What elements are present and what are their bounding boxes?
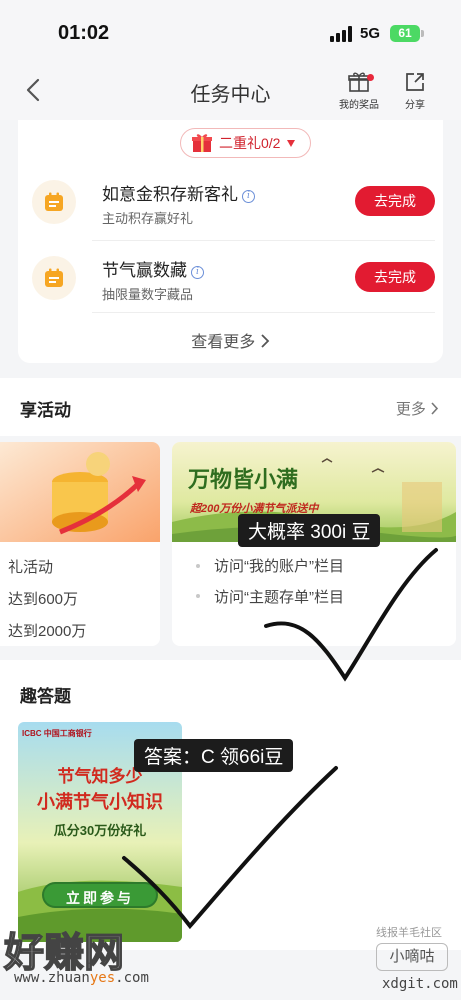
watermark-small-text: 线报羊毛社区 (376, 927, 442, 939)
watermark-url: xdgit.com (382, 976, 458, 992)
watermark-url: www.zhuanyes.com (14, 970, 149, 986)
watermark-box: 小嘀咕 (376, 943, 448, 971)
annotation-label: 大概率 300i 豆 (238, 514, 381, 547)
handwritten-checkmarks (122, 548, 438, 930)
annotation-label: 答案：C 领66i豆 (134, 739, 294, 772)
